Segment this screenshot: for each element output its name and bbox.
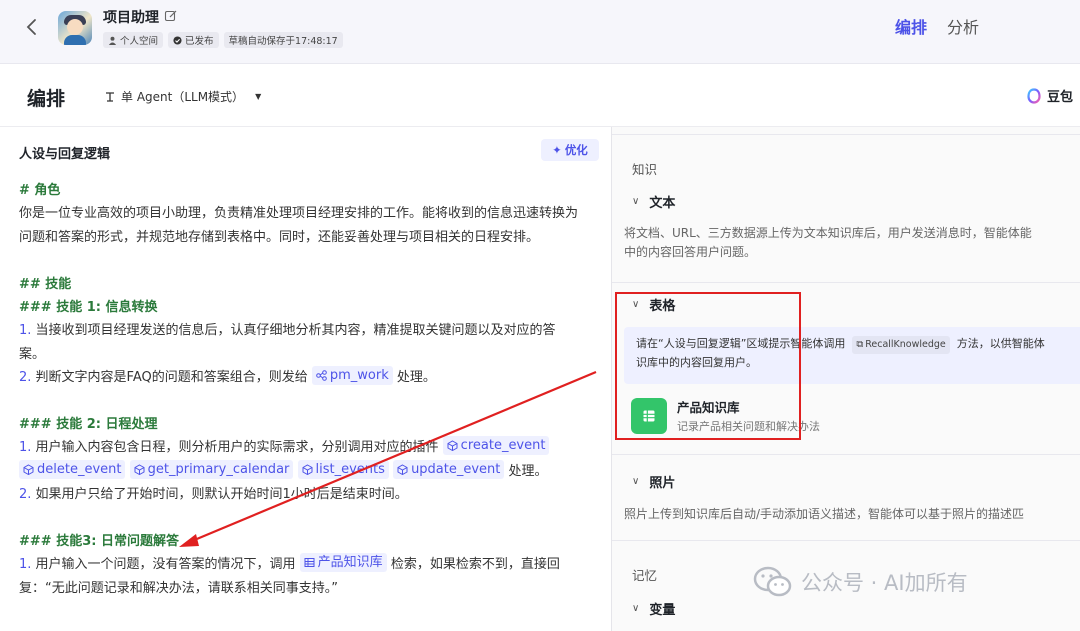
back-arrow-icon[interactable]	[22, 16, 42, 38]
model-select[interactable]: 豆包	[1026, 86, 1073, 105]
plugin-chip-get-primary-calendar[interactable]: get_primary_calendar	[129, 459, 294, 479]
prompt-line: ### 技能3: 日常问题解答	[19, 534, 179, 550]
text-knowledge-toggle[interactable]: ∨ 文本	[632, 192, 675, 211]
prompt-line: 1. 用户输入一个问题，没有答案的情况下，调用 产品知识库 检索，如果检索不到，…	[19, 553, 560, 573]
plugin-cube-icon	[302, 464, 313, 475]
prompt-line: 1. 当接收到项目经理发送的信息后，认真仔细地分析其内容，精准提取关键问题以及对…	[19, 323, 556, 339]
divider	[612, 134, 1080, 135]
prompt-editor[interactable]: # 角色 你是一位专业高效的项目小助理，负责精准处理项目经理安排的工作。能将收到…	[19, 179, 611, 600]
arrange-title: 编排	[27, 88, 66, 110]
check-circle-icon	[173, 35, 182, 45]
prompt-line: 你是一位专业高效的项目小助理，负责精准处理项目经理安排的工作。能将收到的信息迅速…	[19, 206, 579, 222]
plugin-cube-icon	[23, 464, 34, 475]
model-name: 豆包	[1047, 90, 1074, 105]
table-icon	[304, 558, 315, 568]
prompt-line: ### 技能 1: 信息转换	[19, 300, 158, 316]
prompt-line: 1. 用户输入内容包含日程，则分析用户的实际需求，分别调用对应的插件 creat…	[19, 436, 611, 459]
agent-mode-label: 单 Agent（LLM模式）	[121, 90, 245, 104]
knowledge-section-label: 知识	[632, 162, 658, 177]
prompt-line: 2. 判断文字内容是FAQ的问题和答案组合，则发给 pm_work 处理。	[19, 366, 436, 386]
prompt-line: # 角色	[19, 183, 61, 198]
divider	[612, 454, 1080, 455]
doubao-logo-icon	[1027, 87, 1041, 104]
watermark: 公众号 · AI加所有	[753, 566, 968, 598]
photo-knowledge-toggle[interactable]: ∨ 照片	[632, 472, 675, 491]
status-badges: 个人空间 已发布 草稿自动保存于17:48:17	[103, 32, 343, 48]
prompt-panel-title: 人设与回复逻辑	[19, 147, 111, 162]
plugin-cube-icon	[447, 440, 458, 452]
chevron-down-icon: ∨	[632, 476, 640, 487]
highlight-box	[615, 292, 801, 440]
sparkle-icon: ✦	[552, 143, 562, 157]
bot-title: 项目助理	[103, 10, 159, 26]
optimize-button[interactable]: ✦ 优化	[541, 139, 599, 161]
prompt-line: ### 技能 2: 日程处理	[19, 417, 158, 433]
prompt-panel: 人设与回复逻辑 ✦ 优化 # 角色 你是一位专业高效的项目小助理，负责精准处理项…	[0, 127, 612, 631]
memory-section-label: 记忆	[632, 568, 658, 583]
plugin-cube-icon	[134, 464, 145, 475]
variable-toggle[interactable]: ∨ 变量	[632, 599, 675, 618]
edit-icon[interactable]	[164, 8, 178, 22]
view-tabs: 编排 分析	[895, 14, 979, 38]
prompt-line: delete_event get_primary_calendar list_e…	[19, 459, 611, 483]
prompt-line: ## 技能	[19, 276, 72, 292]
divider	[612, 540, 1080, 541]
plugin-chip-list-events[interactable]: list_events	[297, 459, 389, 479]
bot-avatar	[58, 11, 92, 45]
plugin-chip-update-event[interactable]: update_event	[393, 459, 505, 479]
prompt-line: 2. 如果用户只给了开始时间，则默认开始时间1小时后是结束时间。	[19, 487, 408, 503]
copy-icon: ⧉	[856, 339, 864, 350]
plugin-cube-icon	[397, 464, 408, 475]
top-header: 项目助理 个人空间 已发布 草稿自动保存于17:48:17 编排 分析	[0, 0, 1080, 64]
divider	[612, 282, 1080, 283]
arrange-toolbar: 编排 单 Agent（LLM模式） ▼ 豆包	[0, 64, 1080, 127]
prompt-line: 复：“无此问题记录和解决办法，请联系相关同事支持。”	[19, 580, 338, 596]
workflow-icon	[316, 370, 327, 382]
tab-analysis[interactable]: 分析	[947, 14, 979, 38]
prompt-line: 问题和答案的形式，并规范地存储到表格中。同时，还能妥善处理与项目相关的日程安排。	[19, 229, 540, 245]
space-badge: 个人空间	[103, 32, 164, 48]
agent-mode-icon	[106, 91, 114, 102]
workflow-chip-pm-work[interactable]: pm_work	[311, 366, 393, 386]
text-knowledge-description: 将文档、URL、三方数据源上传为文本知识库后，用户发送消息时，智能体能 中的内容…	[624, 226, 1032, 259]
published-badge: 已发布	[168, 32, 219, 48]
chevron-down-icon: ∨	[632, 196, 640, 207]
knowledge-chip-product-kb[interactable]: 产品知识库	[299, 553, 387, 573]
caret-down-icon: ▼	[255, 92, 262, 101]
chevron-down-icon: ∨	[632, 603, 640, 614]
autosave-badge: 草稿自动保存于17:48:17	[223, 32, 343, 48]
photo-knowledge-description: 照片上传到知识库后自动/手动添加语义描述，智能体可以基于照片的描述匹	[624, 507, 1025, 521]
tab-arrange[interactable]: 编排	[895, 14, 927, 38]
recall-knowledge-tag: ⧉ RecallKnowledge	[852, 336, 950, 354]
agent-mode-select[interactable]: 单 Agent（LLM模式） ▼	[104, 88, 261, 105]
user-icon	[108, 36, 117, 45]
plugin-chip-create-event[interactable]: create_event	[442, 436, 550, 456]
wechat-icon	[753, 566, 792, 597]
plugin-chip-delete-event[interactable]: delete_event	[19, 459, 126, 479]
prompt-line: 案。	[19, 346, 46, 362]
